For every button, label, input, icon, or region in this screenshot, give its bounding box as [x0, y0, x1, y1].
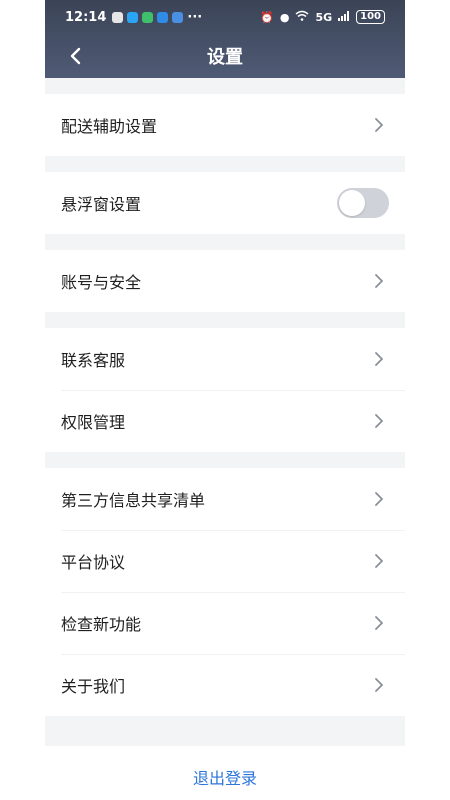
more-notifications: ··· — [187, 9, 203, 25]
chevron-right-icon — [369, 489, 389, 509]
settings-row-platform-agreement[interactable]: 平台协议 — [45, 530, 405, 592]
floating-window-toggle[interactable] — [337, 188, 389, 218]
chevron-right-icon — [369, 271, 389, 291]
settings-row-delivery-assist[interactable]: 配送辅助设置 — [45, 94, 405, 156]
navbar: 设置 — [45, 34, 405, 78]
settings-row-customer-service[interactable]: 联系客服 — [45, 328, 405, 390]
signal-icon — [338, 10, 350, 24]
settings-row-third-party-sharing[interactable]: 第三方信息共享清单 — [45, 468, 405, 530]
header: 12:14 ··· ⏰ ● 5G 100 设置 — [45, 0, 405, 78]
chevron-right-icon — [369, 115, 389, 135]
status-time: 12:14 — [65, 9, 107, 25]
chevron-right-icon — [369, 675, 389, 695]
row-label: 悬浮窗设置 — [61, 195, 142, 214]
wifi-icon — [295, 10, 309, 25]
row-label: 账号与安全 — [61, 273, 142, 292]
chevron-right-icon — [369, 613, 389, 633]
toggle-knob — [339, 190, 365, 216]
notification-icon — [172, 11, 184, 23]
notification-icon — [112, 11, 124, 23]
location-icon: ● — [279, 10, 290, 24]
settings-screen: 12:14 ··· ⏰ ● 5G 100 设置 配送辅助设置 悬浮窗设置 账号与… — [45, 0, 405, 800]
network-label: 5G — [315, 10, 333, 24]
page-title: 设置 — [207, 47, 243, 68]
back-button[interactable] — [63, 44, 87, 68]
settings-row-about-us[interactable]: 关于我们 — [45, 654, 405, 716]
notification-icons: ··· — [112, 10, 202, 25]
settings-row-permissions[interactable]: 权限管理 — [45, 390, 405, 452]
row-label: 权限管理 — [61, 413, 126, 432]
row-label: 配送辅助设置 — [61, 117, 158, 136]
alarm-icon: ⏰ — [260, 10, 274, 24]
settings-row-floating-window: 悬浮窗设置 — [45, 172, 405, 234]
chevron-right-icon — [369, 551, 389, 571]
notification-icon — [142, 11, 154, 23]
row-label: 关于我们 — [61, 677, 126, 696]
notification-icon — [157, 11, 169, 23]
chevron-left-icon — [70, 47, 81, 65]
row-label: 第三方信息共享清单 — [61, 491, 206, 510]
chevron-right-icon — [369, 349, 389, 369]
battery-icon: 100 — [356, 10, 385, 24]
row-label: 平台协议 — [61, 553, 126, 572]
chevron-right-icon — [369, 411, 389, 431]
status-right: ⏰ ● 5G 100 — [260, 10, 385, 25]
settings-row-account-security[interactable]: 账号与安全 — [45, 250, 405, 312]
logout-button[interactable]: 退出登录 — [45, 746, 405, 800]
notification-icon — [127, 11, 139, 23]
row-label: 检查新功能 — [61, 615, 142, 634]
settings-row-check-new-features[interactable]: 检查新功能 — [45, 592, 405, 654]
row-label: 联系客服 — [61, 351, 126, 370]
status-bar: 12:14 ··· ⏰ ● 5G 100 — [45, 0, 405, 34]
